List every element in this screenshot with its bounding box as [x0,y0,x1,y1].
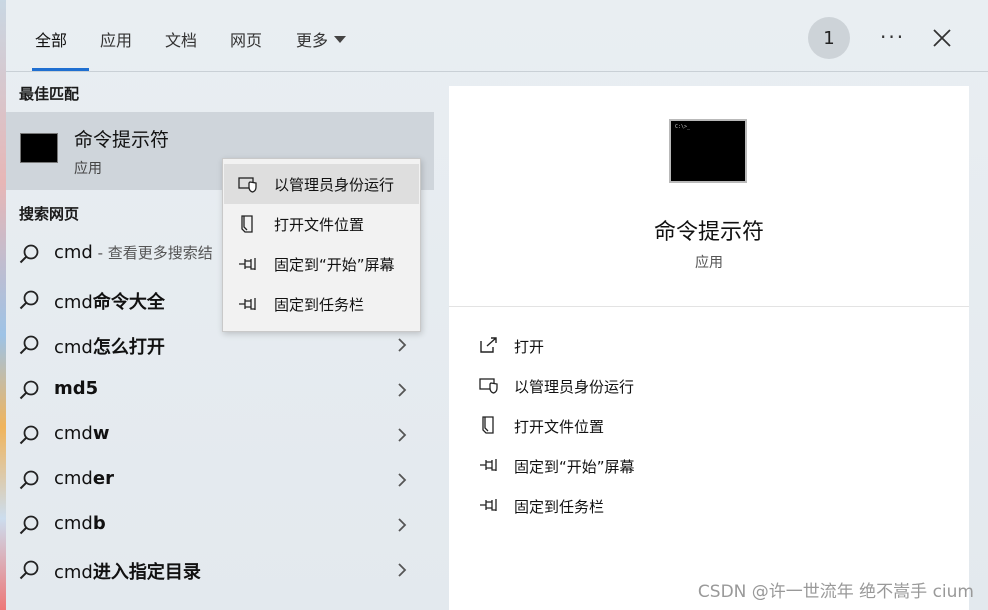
search-icon [18,559,40,581]
context-menu: 以管理员身份运行 打开文件位置 固定到“开始”屏幕 固定到任务栏 [222,158,421,332]
pin-icon [479,496,499,514]
search-icon [18,469,40,491]
thumb-prompt-text: C:\>_ [675,124,691,130]
chevron-right-icon [396,517,408,533]
detail-pane: C:\>_ 命令提示符 应用 打开 以管理员身份运行 打开文件位置 固定到“开始… [449,86,969,610]
result-text: cmd [54,292,93,313]
menu-item-label: 打开文件位置 [274,216,365,234]
best-match-title: 命令提示符 [74,129,170,151]
pin-icon [479,456,499,474]
chevron-right-icon [396,472,408,488]
action-label: 固定到任务栏 [514,498,605,516]
result-text-bold: w [92,423,110,444]
menu-item-label: 固定到任务栏 [274,296,365,314]
action-label: 打开文件位置 [514,418,605,436]
close-icon[interactable] [930,26,954,50]
cmd-app-icon [20,133,58,163]
chevron-down-icon [334,35,347,43]
result-text-bold: er [92,468,114,489]
search-icon [18,379,40,401]
result-text-bold: 怎么打开 [92,337,165,358]
pin-icon [238,255,258,273]
tab-apps[interactable]: 应用 [100,27,132,51]
search-icon [18,243,40,265]
search-icon [18,514,40,536]
search-icon [18,334,40,356]
web-result-item[interactable]: md5 [6,368,434,413]
menu-item-open-file-location[interactable]: 打开文件位置 [224,204,419,244]
result-text: cmd [54,423,93,444]
menu-item-run-as-admin[interactable]: 以管理员身份运行 [224,164,419,204]
menu-item-pin-to-start[interactable]: 固定到“开始”屏幕 [224,244,419,284]
rewards-badge[interactable]: 1 [808,17,850,59]
file-location-icon [479,416,499,434]
action-pin-to-taskbar[interactable]: 固定到任务栏 [479,488,939,524]
web-result-item[interactable]: cmd进入指定目录 [6,548,434,593]
action-open-file-location[interactable]: 打开文件位置 [479,408,939,444]
chevron-right-icon [396,382,408,398]
best-match-subtitle: 应用 [74,161,102,177]
chevron-right-icon [396,427,408,443]
action-run-as-admin[interactable]: 以管理员身份运行 [479,368,939,404]
web-result-item[interactable]: cmdw [6,413,434,458]
menu-item-label: 固定到“开始”屏幕 [274,256,395,274]
result-text: cmd [54,242,93,263]
chevron-right-icon [396,337,408,353]
tab-web[interactable]: 网页 [230,27,262,51]
search-icon [18,289,40,311]
action-label: 固定到“开始”屏幕 [514,458,635,476]
chevron-right-icon [396,562,408,578]
shield-icon [238,175,258,193]
action-pin-to-start[interactable]: 固定到“开始”屏幕 [479,448,939,484]
section-search-web: 搜索网页 [19,205,80,223]
result-text-bold: md5 [54,378,99,399]
tab-more[interactable]: 更多 [296,27,347,51]
open-icon [479,336,499,354]
action-label: 以管理员身份运行 [514,378,635,396]
file-location-icon [238,215,258,233]
detail-divider [449,306,969,307]
action-open[interactable]: 打开 [479,328,939,364]
tabs-divider [6,71,988,72]
menu-item-label: 以管理员身份运行 [274,176,395,194]
section-best-match: 最佳匹配 [19,85,80,103]
tab-all[interactable]: 全部 [35,27,67,51]
result-text: cmd [54,513,93,534]
cmd-app-large-icon: C:\>_ [669,119,747,183]
result-text-bold: 命令大全 [92,292,165,313]
result-text: cmd [54,562,93,583]
detail-title: 命令提示符 [653,220,764,245]
tab-more-label: 更多 [296,31,329,50]
watermark-text: CSDN @许一世流年 绝不嵩手 cium [697,582,974,602]
web-result-item[interactable]: cmdb [6,503,434,548]
menu-item-pin-to-taskbar[interactable]: 固定到任务栏 [224,284,419,324]
result-text-bold: b [92,513,106,534]
result-text-bold: 进入指定目录 [92,562,201,583]
pin-icon [238,295,258,313]
search-icon [18,424,40,446]
shield-icon [479,376,499,394]
tab-documents[interactable]: 文档 [165,27,197,51]
action-label: 打开 [514,338,545,356]
result-text: cmd [54,468,93,489]
result-hint: - 查看更多搜索结 [92,244,213,262]
more-options-icon[interactable]: ··· [880,25,905,49]
result-text: cmd [54,337,93,358]
detail-subtitle: 应用 [695,255,723,271]
web-result-item[interactable]: cmder [6,458,434,503]
